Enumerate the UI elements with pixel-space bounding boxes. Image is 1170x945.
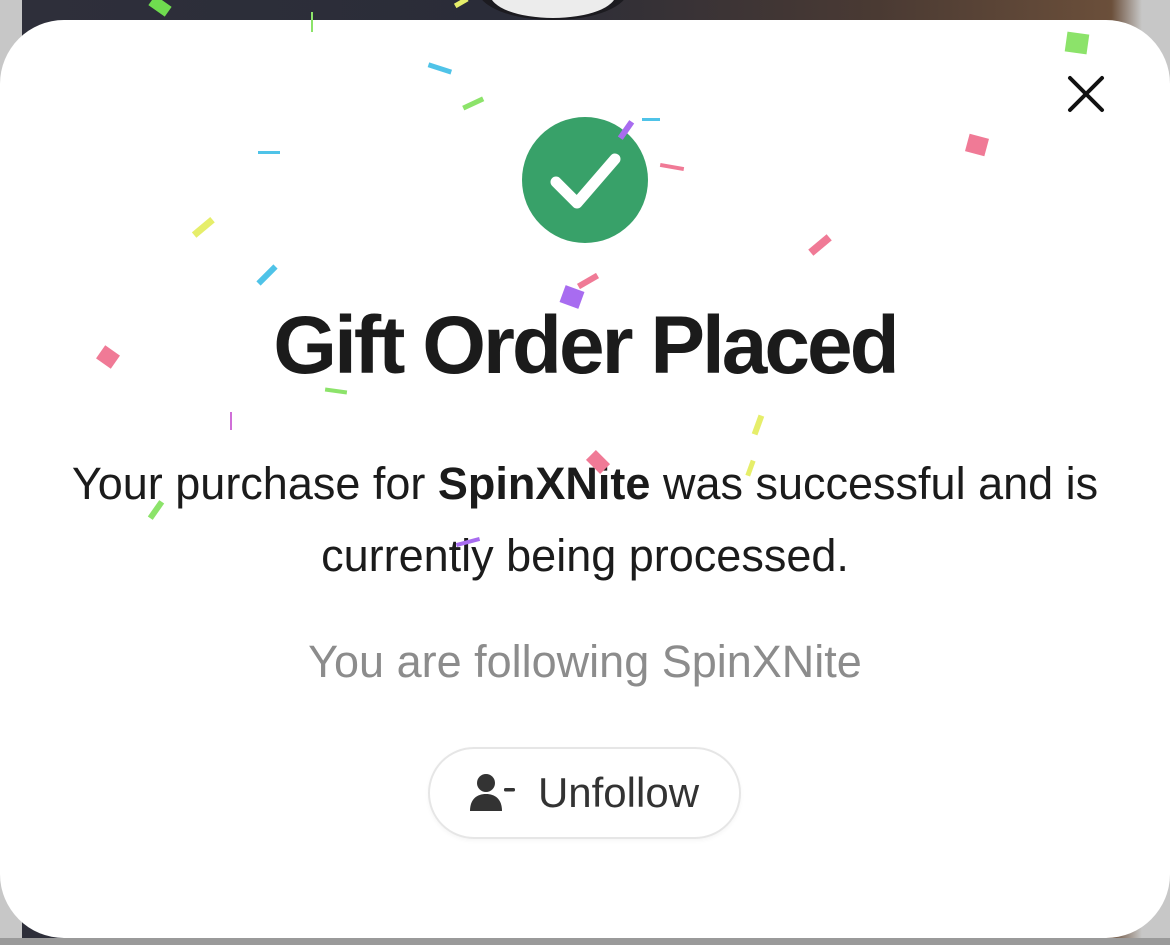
- unfollow-label: Unfollow: [537, 769, 700, 816]
- message-prefix: Your purchase for: [71, 458, 438, 509]
- modal-bottom-edge: [0, 938, 1170, 945]
- checkmark-icon: [550, 153, 621, 209]
- user-minus-icon: [469, 774, 515, 811]
- close-icon: [1068, 76, 1104, 112]
- modal-title: Gift Order Placed: [273, 300, 899, 391]
- purchase-message: Your purchase for SpinXNite was successf…: [60, 448, 1110, 592]
- close-button[interactable]: [1062, 70, 1110, 118]
- following-status: You are following SpinXNite: [308, 636, 862, 687]
- success-badge: [522, 117, 648, 243]
- unfollow-button[interactable]: Unfollow: [428, 747, 741, 839]
- product-name: SpinXNite: [437, 458, 651, 509]
